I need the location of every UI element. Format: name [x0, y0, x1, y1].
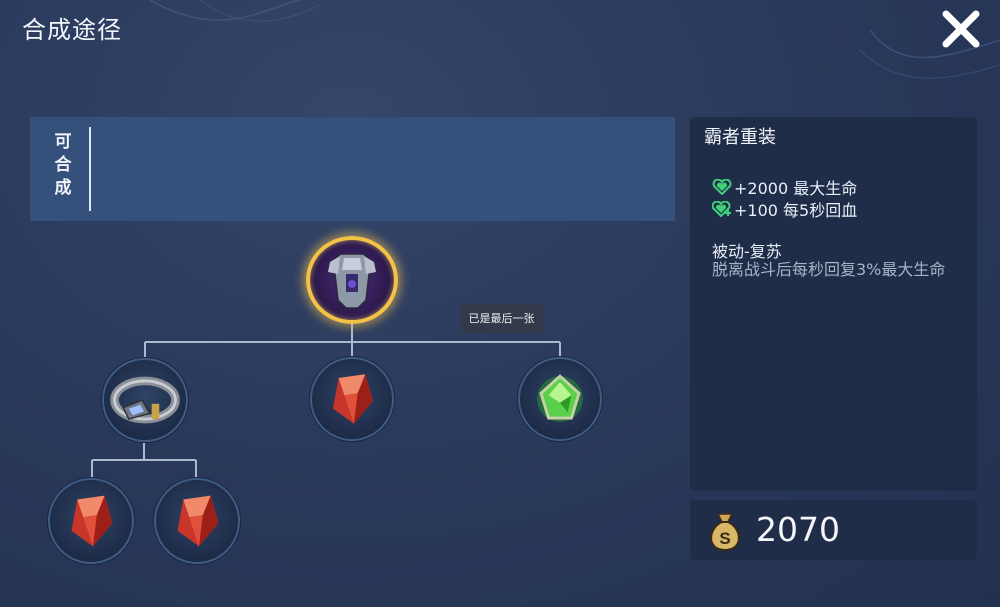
item-price: 2070 — [756, 510, 840, 549]
item-overlord-armor[interactable] — [306, 236, 398, 324]
item-red-crystal[interactable] — [310, 357, 394, 441]
item-info-panel: 霸者重装 +2000 最大生命 +100 每5秒回血 被动-复苏 脱离战斗后每秒… — [690, 117, 977, 491]
close-icon — [942, 10, 980, 48]
recipe-tree — [0, 0, 690, 607]
passive-title: 被动-复苏 — [712, 242, 782, 261]
tooltip: 已是最后一张 — [460, 304, 543, 333]
item-red-crystal-3[interactable] — [154, 478, 240, 564]
red-crystal-icon — [332, 374, 373, 424]
stat-health-regen: +100 每5秒回血 — [712, 197, 857, 221]
item-green-crystal[interactable] — [518, 357, 602, 441]
money-bag-icon: S — [710, 513, 740, 552]
green-crystal-icon — [537, 374, 583, 422]
red-crystal-icon — [177, 495, 219, 547]
red-crystal-icon — [71, 495, 113, 547]
heart-plus-icon — [712, 201, 731, 217]
item-name: 霸者重装 — [704, 127, 776, 148]
heart-icon — [712, 179, 732, 195]
item-belt[interactable] — [102, 358, 188, 442]
belt-icon — [110, 376, 180, 424]
passive-description: 脱离战斗后每秒回复3%最大生命 — [712, 260, 946, 279]
stat-max-health: +2000 最大生命 — [712, 175, 857, 199]
price-panel: S 2070 — [690, 500, 977, 560]
item-red-crystal-2[interactable] — [48, 478, 134, 564]
armor-icon — [328, 253, 376, 309]
svg-text:S: S — [719, 529, 730, 548]
close-button[interactable] — [936, 6, 986, 52]
